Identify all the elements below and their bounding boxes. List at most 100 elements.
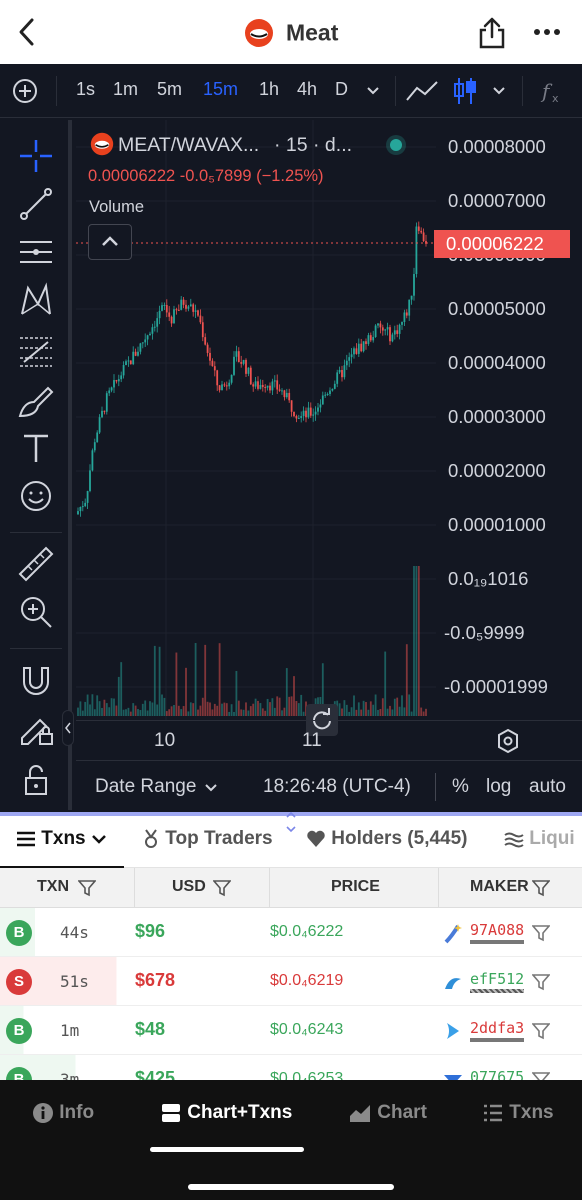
pattern-icon[interactable] bbox=[16, 280, 56, 320]
volume-bar bbox=[117, 676, 120, 716]
candle-body bbox=[115, 380, 118, 382]
chevron-down-icon[interactable] bbox=[366, 84, 380, 98]
maker-address[interactable]: efF512 bbox=[470, 970, 524, 988]
indicators-icon[interactable]: fx bbox=[540, 78, 564, 104]
timeframe-1m[interactable]: 1m bbox=[113, 79, 138, 100]
candle-body bbox=[338, 370, 341, 373]
horizontal-lines-icon[interactable] bbox=[16, 232, 56, 272]
candles-icon[interactable] bbox=[452, 76, 478, 106]
crosshair-icon[interactable] bbox=[16, 136, 56, 176]
price-axis-label: 0.00003000 bbox=[448, 406, 546, 427]
filter-icon[interactable] bbox=[78, 879, 96, 897]
column-header-maker: MAKER bbox=[470, 878, 529, 895]
nav-chart[interactable]: Chart bbox=[348, 1102, 427, 1124]
txn-usd: $678 bbox=[135, 970, 176, 990]
collapse-legend-button[interactable] bbox=[88, 224, 132, 260]
info-icon bbox=[33, 1103, 53, 1123]
maker-address[interactable]: 077675 bbox=[470, 1068, 524, 1080]
chevron-down-icon bbox=[92, 835, 106, 844]
chart-clock: 18:26:48 (UTC-4) bbox=[263, 776, 411, 797]
txn-age: 3m bbox=[60, 1070, 80, 1080]
resize-handle-icon[interactable] bbox=[280, 810, 302, 834]
nav-info[interactable]: Info bbox=[32, 1102, 94, 1124]
tab-liquidity[interactable]: Liqui bbox=[504, 828, 575, 850]
volume-bar bbox=[180, 709, 183, 716]
nav-txns[interactable]: Txns bbox=[482, 1102, 554, 1124]
candle-body bbox=[129, 360, 132, 365]
filter-icon[interactable] bbox=[213, 879, 231, 897]
table-row[interactable]: B 3m $425 $0.0₄6253 077675 bbox=[0, 1055, 582, 1080]
brush-icon[interactable] bbox=[16, 380, 56, 420]
tab-top-traders[interactable]: Top Traders bbox=[142, 828, 273, 850]
emoji-icon[interactable] bbox=[16, 476, 56, 516]
timeframe-5m[interactable]: 5m bbox=[157, 79, 182, 100]
candle-body bbox=[170, 316, 173, 324]
trend-line-icon[interactable] bbox=[16, 184, 56, 224]
lock-drawing-pencil-icon[interactable] bbox=[16, 708, 56, 748]
log-scale-toggle[interactable]: log bbox=[486, 776, 511, 798]
tab-holders[interactable]: Holders (5,445) bbox=[306, 828, 468, 850]
table-row[interactable]: S 51s $678 $0.0₄6219 efF512 bbox=[0, 957, 582, 1006]
volume-bar bbox=[132, 703, 135, 716]
filter-maker-icon[interactable] bbox=[532, 973, 550, 991]
volume-bar bbox=[396, 697, 399, 716]
volume-bar bbox=[240, 709, 243, 716]
candle-body bbox=[247, 367, 250, 374]
volume-bar bbox=[300, 694, 303, 716]
collapse-toolbar-handle[interactable] bbox=[62, 710, 74, 746]
candle-body bbox=[173, 309, 175, 324]
nav-chart-txns[interactable]: Chart+Txns bbox=[160, 1102, 292, 1124]
page-title-text: Meat bbox=[285, 19, 339, 46]
tab-txns[interactable]: Txns bbox=[16, 828, 107, 850]
candle-body bbox=[254, 381, 257, 387]
zoom-in-icon[interactable] bbox=[16, 592, 56, 632]
candle-body bbox=[389, 327, 391, 342]
filter-maker-icon[interactable] bbox=[532, 1022, 550, 1040]
maker-address[interactable]: 2ddfa3 bbox=[470, 1019, 524, 1037]
share-button[interactable] bbox=[476, 16, 508, 50]
volume-bar bbox=[101, 707, 103, 716]
candle-body bbox=[132, 351, 135, 365]
table-row[interactable]: B 1m $48 $0.0₄6243 2ddfa3 bbox=[0, 1006, 582, 1055]
auto-scale-toggle[interactable]: auto bbox=[529, 776, 566, 798]
magnet-icon[interactable] bbox=[16, 660, 56, 700]
ruler-icon[interactable] bbox=[16, 544, 56, 584]
column-header-usd: USD bbox=[172, 878, 206, 895]
candle-body bbox=[408, 299, 411, 316]
candle-body bbox=[199, 315, 202, 323]
volume-bar bbox=[209, 702, 211, 716]
table-row[interactable]: B 44s $96 $0.0₄6222 97A088 bbox=[0, 908, 582, 957]
line-chart-icon[interactable] bbox=[405, 78, 439, 104]
candle-body bbox=[230, 374, 233, 383]
candle-body bbox=[242, 359, 245, 364]
price-chart[interactable]: MEAT/WAVAX... · 15 · d... 0.00006222 -0.… bbox=[76, 120, 582, 736]
filter-maker-icon[interactable] bbox=[532, 924, 550, 942]
volume-bar bbox=[175, 652, 178, 716]
filter-icon[interactable] bbox=[532, 879, 550, 897]
candle-body bbox=[377, 323, 379, 326]
timeframe-15m[interactable]: 15m bbox=[203, 79, 238, 100]
candle-body bbox=[141, 342, 144, 344]
timeframe-d[interactable]: D bbox=[335, 79, 348, 100]
more-menu-button[interactable] bbox=[530, 20, 564, 44]
maker-address[interactable]: 97A088 bbox=[470, 921, 524, 939]
volume-bar bbox=[276, 696, 279, 716]
candle-body bbox=[105, 393, 108, 412]
unlock-icon[interactable] bbox=[16, 760, 56, 800]
chevron-down-icon[interactable] bbox=[204, 781, 218, 795]
fib-retracement-icon[interactable] bbox=[16, 330, 56, 370]
filter-maker-icon[interactable] bbox=[532, 1071, 550, 1080]
volume-bar bbox=[127, 707, 130, 716]
text-tool-icon[interactable] bbox=[16, 428, 56, 468]
timeframe-1s[interactable]: 1s bbox=[76, 79, 95, 100]
percent-scale-toggle[interactable]: % bbox=[452, 776, 469, 798]
price-axis-label: 0.00008000 bbox=[448, 136, 546, 157]
date-range-button[interactable]: Date Range bbox=[95, 776, 196, 798]
add-symbol-icon[interactable] bbox=[12, 78, 38, 104]
chevron-down-icon[interactable] bbox=[492, 84, 506, 98]
settings-hexagon-icon[interactable] bbox=[496, 728, 520, 754]
legend-pair: MEAT/WAVAX... bbox=[118, 134, 260, 156]
timeframe-4h[interactable]: 4h bbox=[297, 79, 317, 100]
candle-body bbox=[79, 506, 82, 512]
timeframe-1h[interactable]: 1h bbox=[259, 79, 279, 100]
